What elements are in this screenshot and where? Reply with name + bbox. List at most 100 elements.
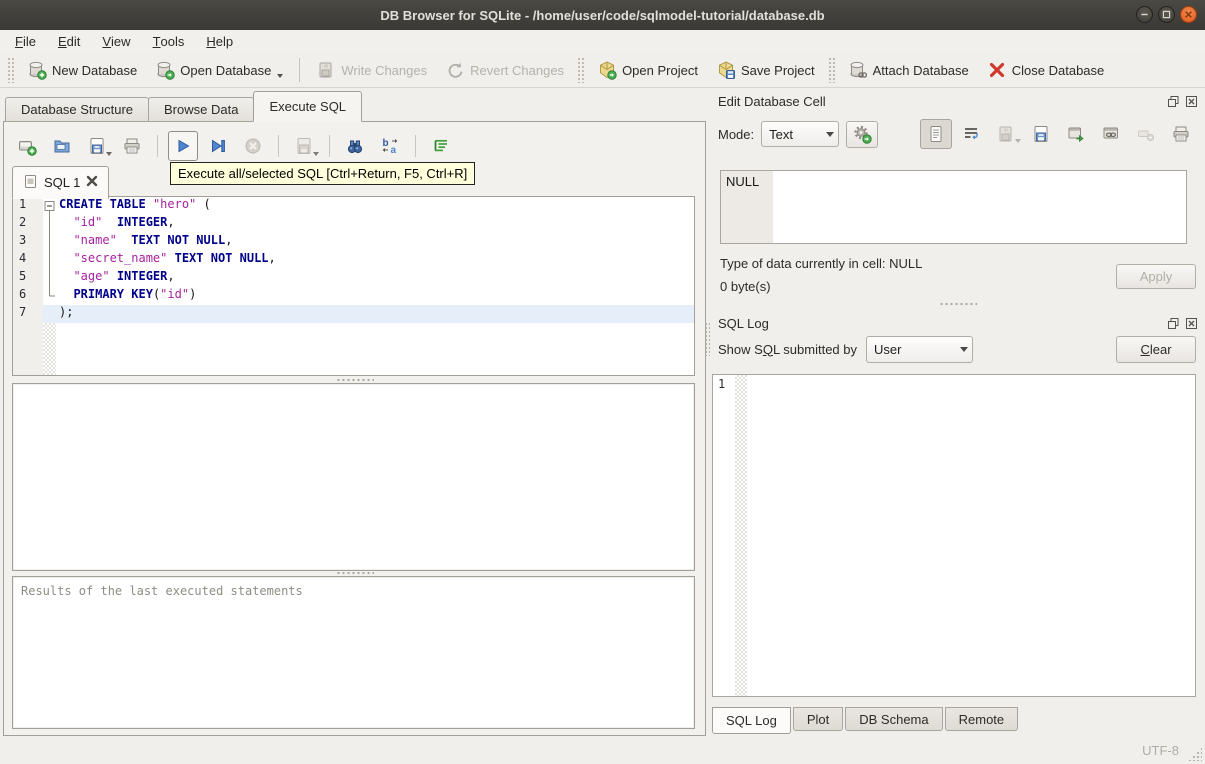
dock-tab-plot[interactable]: Plot [792,707,844,731]
dropdown-caret-icon[interactable] [1015,139,1021,146]
statusbar: UTF-8 [0,738,1205,764]
dock-splitter-handle[interactable] [938,302,977,307]
cell-editor[interactable]: NULL [720,170,1187,244]
open-database-button[interactable]: Open Database [146,56,292,84]
format-sql-button[interactable] [426,131,456,161]
open-sql-file-button[interactable] [47,131,77,161]
main-tabbar: Database Structure Browse Data Execute SQL [5,91,363,122]
code-token: , [167,269,175,283]
dock-tab-remote[interactable]: Remote [944,707,1019,731]
toolbar-separator [278,135,279,157]
editor-gutter-fill [13,323,43,375]
find-button[interactable] [340,131,370,161]
dock-tab-db-schema[interactable]: DB Schema [845,707,943,731]
find-replace-button[interactable]: ba [375,131,405,161]
close-tab-icon[interactable] [86,175,98,190]
tab-new-icon [17,136,37,156]
dropdown-caret-icon[interactable] [313,152,319,159]
code-token: PRIMARY KEY [73,287,153,301]
cell-editor-content[interactable] [773,171,1186,243]
sql-log-view[interactable]: 1 [712,374,1196,697]
set-as-link-button[interactable] [1095,119,1127,149]
mode-select[interactable]: Text [761,121,840,147]
play-icon [173,136,193,156]
dock-tab-sql-log[interactable]: SQL Log [712,707,791,734]
open-in-external-button[interactable] [1060,119,1092,149]
float-dock-icon[interactable] [1166,94,1181,108]
code-token: INTEGER [116,269,168,283]
menu-tools[interactable]: Tools [142,30,196,53]
dock-resize-handle[interactable] [704,322,710,356]
resize-grip[interactable] [1188,747,1202,761]
export-to-file-button[interactable] [1025,119,1057,149]
editor-line[interactable]: "secret_name" TEXT NOT NULL, [56,251,694,269]
set-null-button[interactable] [1130,119,1162,149]
execute-current-line-button[interactable] [203,131,233,161]
auto-apply-button[interactable] [846,120,879,148]
stop-execution-button[interactable] [238,131,268,161]
clear-log-button[interactable]: Clear [1116,335,1196,363]
cell-type-info: Type of data currently in cell: NULL [720,256,923,271]
editor-line-number: 4 [19,251,27,265]
open-project-button[interactable]: Open Project [588,56,707,84]
close-dock-icon[interactable] [1184,94,1199,108]
menu-help[interactable]: Help [195,30,244,53]
write-changes-button[interactable]: Write Changes [307,56,436,84]
open-sql-tab-button[interactable] [12,131,42,161]
editor-fold-margin[interactable] [43,197,56,375]
toolbar-drag-handle[interactable] [577,57,585,83]
toolbar-drag-handle[interactable] [827,57,835,83]
execute-all-button[interactable] [168,131,198,161]
save-results-button[interactable] [289,131,319,161]
db-open-icon [155,60,175,80]
word-wrap-button[interactable] [955,119,987,149]
maximize-button[interactable] [1158,6,1175,23]
close-dock-icon[interactable] [1184,316,1199,330]
editor-line[interactable]: "age" INTEGER, [56,269,694,287]
revert-changes-button[interactable]: Revert Changes [436,56,573,84]
dropdown-caret-icon[interactable] [106,152,112,159]
toolbar-drag-handle[interactable] [7,57,14,83]
fold-marker-start[interactable] [43,197,56,215]
tab-database-structure[interactable]: Database Structure [5,97,150,122]
tab-browse-data[interactable]: Browse Data [148,97,255,122]
printer-icon [122,136,142,156]
new-database-button[interactable]: New Database [18,56,146,84]
play-line-icon [208,136,228,156]
print-sql-button[interactable] [117,131,147,161]
apply-button[interactable]: Apply [1116,264,1196,289]
float-dock-icon[interactable] [1166,316,1181,330]
menu-view[interactable]: View [91,30,141,53]
import-from-file-button[interactable] [990,119,1022,149]
mode-text-button[interactable] [920,119,952,149]
attach-database-button[interactable]: Attach Database [839,56,978,84]
sql-log-controls: Show SQL submitted by User Clear [718,334,1196,364]
cell-value: NULL [721,171,773,243]
save-project-button[interactable]: Save Project [707,56,824,84]
project-open-icon [597,60,617,80]
edit-cell-controls: Mode: Text [718,118,1197,150]
menu-file[interactable]: File [4,30,47,53]
print-cell-button[interactable] [1165,119,1197,149]
svg-text:b: b [383,138,389,149]
tab-execute-sql[interactable]: Execute SQL [253,91,363,122]
close-database-button[interactable]: Close Database [978,56,1114,84]
sql-editor[interactable]: 1 2 3 4 5 6 7 CREATE TABLE "hero" ( "id" INTEG… [12,196,695,376]
editor-line[interactable]: ); [56,305,694,323]
editor-line[interactable]: "id" INTEGER, [56,215,694,233]
submitter-select[interactable]: User [866,335,973,363]
stop-icon [243,136,263,156]
sql-file-tab[interactable]: SQL 1 [12,166,110,199]
editor-line[interactable]: "name" TEXT NOT NULL, [56,233,694,251]
menu-edit[interactable]: Edit [47,30,91,53]
dropdown-caret-icon[interactable] [277,73,284,81]
close-button[interactable] [1180,6,1197,23]
editor-line[interactable]: PRIMARY KEY("id") [56,287,694,305]
minimize-button[interactable] [1136,6,1153,23]
editor-text[interactable]: CREATE TABLE "hero" ( "id" INTEGER, "nam… [56,197,694,375]
editor-line[interactable]: CREATE TABLE "hero" ( [56,197,694,215]
save-sql-file-button[interactable] [82,131,112,161]
